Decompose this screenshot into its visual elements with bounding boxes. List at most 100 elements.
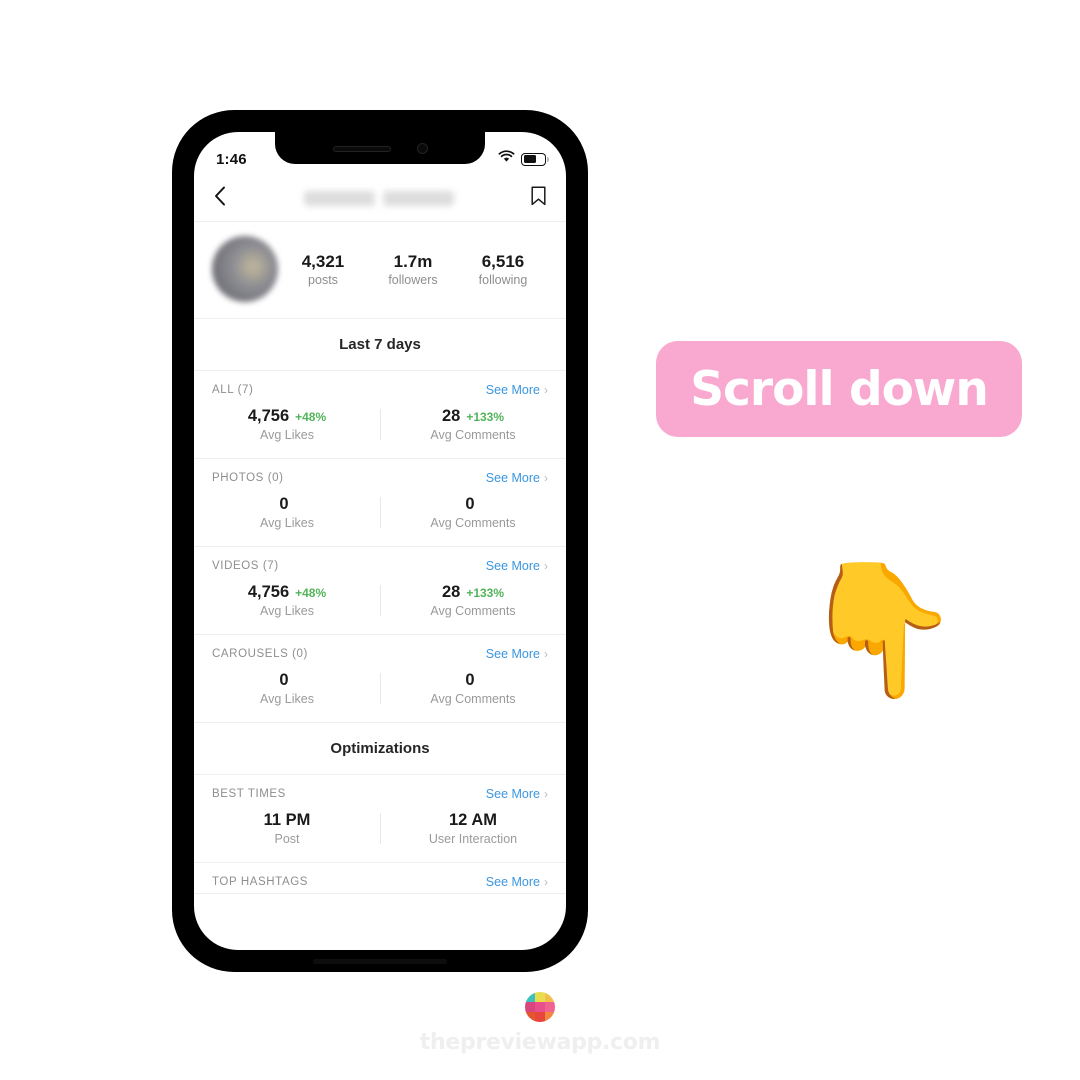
group-all-metrics: 4,756 +48% Avg Likes 28 +133% Avg Commen… — [194, 401, 566, 458]
chevron-right-icon: › — [544, 471, 548, 485]
group-carousels-label: CAROUSELS (0) — [212, 648, 308, 660]
group-carousels-metrics: 0 Avg Likes 0 Avg Comments — [194, 665, 566, 722]
see-more-all[interactable]: See More › — [486, 383, 548, 397]
metric-avg-likes-value: 0 — [279, 495, 289, 513]
metric-avg-likes-caption: Avg Likes — [260, 428, 314, 442]
group-all-label: ALL (7) — [212, 384, 254, 396]
chevron-right-icon: › — [544, 383, 548, 397]
section-header-last-7-days: Last 7 days — [194, 319, 566, 371]
metric-avg-likes: 4,756 +48% Avg Likes — [194, 407, 380, 442]
back-button[interactable] — [214, 186, 226, 211]
scroll-down-label: Scroll down — [690, 361, 989, 417]
metric-avg-comments-caption: Avg Comments — [430, 692, 516, 706]
see-more-all-label: See More — [485, 383, 540, 397]
group-best-times: BEST TIMES See More › 11 PM Post 12 AM U… — [194, 775, 566, 863]
group-best-times-metrics: 11 PM Post 12 AM User Interaction — [194, 805, 566, 862]
stat-posts-value: 4,321 — [301, 251, 345, 271]
metric-avg-likes: 0 Avg Likes — [194, 671, 380, 706]
metric-avg-comments: 0 Avg Comments — [380, 495, 566, 530]
see-more-best-times[interactable]: See More › — [486, 787, 548, 801]
see-more-videos[interactable]: See More › — [486, 559, 548, 573]
phone-screen: 1:46 4,321 posts 1.7m followers 6,516 fo… — [194, 132, 566, 950]
profile-summary: 4,321 posts 1.7m followers 6,516 followi… — [194, 222, 566, 319]
see-more-photos[interactable]: See More › — [486, 471, 548, 485]
metric-best-post-time-value: 11 PM — [263, 811, 311, 829]
metric-avg-likes-value: 4,756 — [247, 407, 290, 425]
group-best-times-header: BEST TIMES See More › — [194, 775, 566, 805]
metric-avg-comments-caption: Avg Comments — [430, 516, 516, 530]
group-videos-header: VIDEOS (7) See More › — [194, 547, 566, 577]
see-more-carousels[interactable]: See More › — [486, 647, 548, 661]
group-all-header: ALL (7) See More › — [194, 371, 566, 401]
see-more-carousels-label: See More — [485, 647, 540, 661]
logo-swatch — [535, 1012, 545, 1022]
logo-swatch — [545, 992, 555, 1002]
bookmark-icon[interactable] — [531, 186, 546, 211]
see-more-best-times-label: See More — [485, 787, 540, 801]
group-photos-header: PHOTOS (0) See More › — [194, 459, 566, 489]
metric-best-post-time-caption: Post — [274, 832, 300, 846]
metric-avg-likes-delta: +48% — [295, 586, 327, 600]
stat-following-label: following — [478, 273, 528, 288]
logo-swatch — [525, 1012, 535, 1022]
metric-avg-comments-value: 28 — [441, 583, 461, 601]
see-more-top-hashtags-label: See More — [485, 875, 540, 889]
battery-icon — [521, 152, 549, 166]
stat-followers-value: 1.7m — [393, 251, 433, 271]
group-videos-metrics: 4,756 +48% Avg Likes 28 +133% Avg Commen… — [194, 577, 566, 634]
logo-swatch — [545, 1002, 555, 1012]
earpiece-speaker — [332, 145, 391, 152]
see-more-top-hashtags[interactable]: See More › — [486, 875, 548, 889]
stat-following[interactable]: 6,516 following — [458, 251, 548, 287]
nav-bar — [194, 176, 566, 222]
group-top-hashtags-label: TOP HASHTAGS — [212, 876, 309, 888]
logo-swatch — [525, 1002, 535, 1012]
group-photos-metrics: 0 Avg Likes 0 Avg Comments — [194, 489, 566, 546]
metric-avg-comments-delta: +133% — [466, 586, 505, 600]
logo-swatch — [535, 1002, 545, 1012]
stat-followers-label: followers — [388, 273, 438, 288]
logo-swatch — [535, 992, 545, 1002]
home-indicator — [313, 959, 447, 964]
group-top-hashtags: TOP HASHTAGS See More › — [194, 863, 566, 894]
pointing-down-hand-icon: 👇 — [800, 556, 962, 702]
group-videos-label: VIDEOS (7) — [212, 560, 279, 572]
status-indicators — [498, 150, 549, 168]
metric-avg-comments-value: 0 — [465, 671, 475, 689]
profile-stats: 4,321 posts 1.7m followers 6,516 followi… — [278, 251, 548, 287]
group-photos-label: PHOTOS (0) — [212, 472, 284, 484]
metric-avg-likes: 0 Avg Likes — [194, 495, 380, 530]
profile-username-blurred — [303, 191, 454, 206]
group-videos: VIDEOS (7) See More › 4,756 +48% Avg Lik… — [194, 547, 566, 635]
metric-user-interaction-value: 12 AM — [449, 811, 497, 829]
metric-user-interaction-time: 12 AM User Interaction — [380, 811, 566, 846]
status-time: 1:46 — [216, 150, 247, 168]
stat-following-value: 6,516 — [481, 251, 525, 271]
see-more-videos-label: See More — [485, 559, 540, 573]
preview-app-logo-icon — [525, 992, 555, 1022]
stat-followers[interactable]: 1.7m followers — [368, 251, 458, 287]
metric-avg-comments-delta: +133% — [466, 410, 505, 424]
phone-mockup: 1:46 4,321 posts 1.7m followers 6,516 fo… — [172, 110, 588, 972]
wifi-icon — [498, 150, 515, 168]
metric-avg-likes-delta: +48% — [295, 410, 327, 424]
metric-avg-comments: 0 Avg Comments — [380, 671, 566, 706]
metric-avg-comments-caption: Avg Comments — [430, 604, 516, 618]
see-more-photos-label: See More — [485, 471, 540, 485]
stat-posts[interactable]: 4,321 posts — [278, 251, 368, 287]
metric-avg-likes-caption: Avg Likes — [260, 516, 314, 530]
group-carousels: CAROUSELS (0) See More › 0 Avg Likes 0 A… — [194, 635, 566, 723]
group-all: ALL (7) See More › 4,756 +48% Avg Likes — [194, 371, 566, 459]
logo-swatch — [525, 992, 535, 1002]
group-carousels-header: CAROUSELS (0) See More › — [194, 635, 566, 665]
group-top-hashtags-header: TOP HASHTAGS See More › — [194, 863, 566, 893]
avatar[interactable] — [212, 236, 278, 302]
poster-canvas: 1:46 4,321 posts 1.7m followers 6,516 fo… — [0, 0, 1080, 1080]
metric-avg-comments-caption: Avg Comments — [430, 428, 516, 442]
metric-avg-comments-value: 0 — [465, 495, 475, 513]
section-header-optimizations: Optimizations — [194, 723, 566, 775]
metric-avg-likes-caption: Avg Likes — [260, 692, 314, 706]
scroll-down-badge: Scroll down — [656, 341, 1022, 437]
metric-avg-comments: 28 +133% Avg Comments — [380, 583, 566, 618]
metric-avg-comments: 28 +133% Avg Comments — [380, 407, 566, 442]
